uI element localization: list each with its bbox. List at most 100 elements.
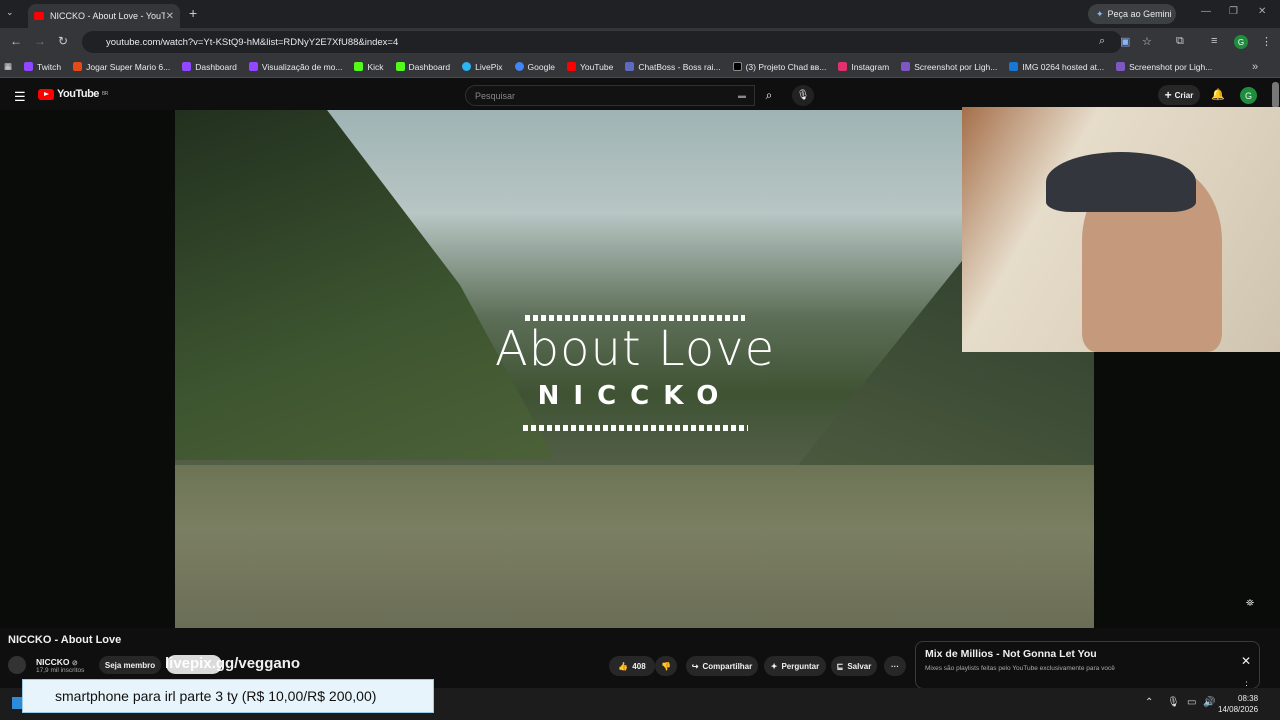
video-title: NICCKO - About Love: [8, 634, 122, 646]
zoom-icon[interactable]: ⌕: [1099, 35, 1105, 48]
sparkle-icon: ✦: [770, 661, 778, 671]
video-art-title: About Love: [494, 321, 776, 377]
bookmark-item-13[interactable]: IMG 0264 hosted at...: [1009, 62, 1104, 72]
channel-row: NICCKO ⊘ 17,9 mil inscritos: [8, 654, 84, 676]
video-lake: [175, 465, 1094, 628]
guide-menu-icon[interactable]: ☰: [14, 89, 26, 105]
bookmark-item-9[interactable]: ChatBoss - Boss rai...: [625, 62, 721, 72]
bookmark-item-1[interactable]: Jogar Super Mario 6...: [73, 62, 170, 72]
join-button[interactable]: Seja membro: [99, 656, 161, 674]
stream-watermark-icon: ⛯: [1246, 598, 1254, 609]
bookmark-item-4[interactable]: Kick: [354, 62, 384, 72]
reading-list-icon[interactable]: ≡: [1211, 35, 1217, 47]
bookmark-item-7[interactable]: Google: [514, 62, 555, 72]
tab-search-chevron-icon[interactable]: ⌄: [6, 7, 14, 18]
mix-close-icon[interactable]: ✕: [1241, 654, 1251, 668]
search-icon[interactable]: ⌕: [755, 85, 783, 106]
forward-icon[interactable]: →: [34, 34, 46, 48]
page-scrollbar[interactable]: [1272, 82, 1279, 108]
menu-kebab-icon[interactable]: ⋮: [1261, 35, 1272, 48]
bookmark-label: (3) Projeto Chad вв...: [745, 61, 827, 72]
video-player[interactable]: About Love NICCKO: [175, 110, 1094, 628]
restore-icon[interactable]: ❐: [1229, 6, 1238, 17]
bookmark-item-8[interactable]: YouTube: [566, 61, 614, 72]
tray-chevron-icon[interactable]: ⌃: [1145, 697, 1153, 708]
bookmark-label: LivePix: [475, 61, 503, 72]
notifications-bell-icon[interactable]: 🔔: [1211, 88, 1225, 101]
create-button[interactable]: + Criar: [1158, 85, 1200, 105]
keyboard-icon[interactable]: ▬: [738, 91, 746, 100]
minimize-icon[interactable]: —: [1201, 6, 1211, 17]
reload-icon[interactable]: ↻: [58, 34, 68, 48]
extensions-icon[interactable]: ⧉: [1176, 35, 1184, 48]
bookmark-label: Visualização de mo...: [261, 61, 343, 72]
bookmark-favicon: [248, 62, 258, 71]
mix-subtitle: Mixes são playlists feitas pelo YouTube …: [925, 665, 1115, 672]
youtube-logo-text: YouTube: [57, 88, 99, 100]
subscribe-button[interactable]: [166, 655, 222, 674]
bookmark-item-5[interactable]: Dashboard: [395, 61, 451, 72]
ask-button[interactable]: ✦ Perguntar: [764, 656, 826, 676]
more-actions-button[interactable]: ···: [884, 656, 906, 676]
bookmark-item-14[interactable]: Screenshot por Ligh...: [1116, 62, 1212, 72]
bookmark-favicon: [73, 62, 83, 71]
like-button[interactable]: 👍 408: [609, 656, 655, 676]
bookmarks-bar: ▦ Twitch Jogar Super Mario 6... Dashboar…: [0, 56, 1280, 78]
bookmark-item-6[interactable]: LivePix: [462, 61, 503, 72]
bookmark-label: Instagram: [851, 61, 890, 72]
bookmark-item-2[interactable]: Dashboard: [182, 62, 237, 72]
network-icon[interactable]: ▭: [1187, 697, 1196, 708]
address-bar[interactable]: youtube.com/watch?v=Yt-KStQ9-hM&list=RDN…: [82, 31, 1122, 53]
clock-time: 08:38: [1238, 694, 1259, 703]
verified-icon: ⊘: [71, 659, 78, 667]
more-icon: ···: [891, 661, 899, 671]
bookmark-item-11[interactable]: Instagram: [838, 62, 889, 72]
share-button[interactable]: ↪ Compartilhar: [686, 656, 758, 676]
youtube-logo[interactable]: YouTube BR: [38, 88, 108, 100]
tab-close-icon[interactable]: ✕: [166, 11, 174, 22]
mix-playlist-panel[interactable]: Mix de Millios - Not Gonna Let You Mixes…: [915, 641, 1260, 690]
bookmark-item-10[interactable]: (3) Projeto Chad вв...: [732, 61, 827, 72]
bookmark-item-0[interactable]: Twitch: [24, 62, 61, 72]
save-button[interactable]: ⊑ Salvar: [831, 656, 877, 676]
dislike-button[interactable]: 👎: [655, 656, 677, 676]
youtube-play-icon: [38, 88, 54, 100]
microphone-icon[interactable]: 🎙: [792, 85, 814, 106]
bookmarks-overflow-icon[interactable]: »: [1252, 61, 1258, 73]
webcam-cap: [1046, 152, 1196, 212]
microphone-tray-icon[interactable]: 🎙: [1167, 697, 1180, 708]
bookmark-item-3[interactable]: Visualização de mo...: [248, 61, 343, 72]
bookmark-label: Jogar Super Mario 6...: [86, 61, 171, 72]
bookmark-favicon: [838, 62, 848, 71]
new-tab-button[interactable]: +: [189, 5, 197, 21]
bookmark-favicon: [625, 62, 635, 71]
ask-label: Perguntar: [781, 661, 820, 671]
channel-avatar[interactable]: [8, 656, 26, 674]
bookmark-label: Screenshot por Ligh...: [914, 61, 998, 72]
channel-name-text: NICCKO: [36, 656, 70, 667]
search-input[interactable]: Pesquisar ▬: [465, 85, 755, 106]
thumbs-down-icon: 👎: [661, 661, 671, 671]
player-letterbox-left: [0, 110, 175, 628]
cast-tab-icon[interactable]: ▣: [1120, 35, 1130, 48]
gemini-label: Peça ao Gemini: [1107, 9, 1172, 19]
thumbs-up-icon: 👍: [618, 661, 629, 671]
bookmark-item-12[interactable]: Screenshot por Ligh...: [901, 62, 997, 72]
channel-name[interactable]: NICCKO ⊘: [36, 657, 84, 667]
profile-avatar[interactable]: G: [1234, 35, 1248, 49]
window-close-icon[interactable]: ✕: [1258, 6, 1266, 17]
bookmark-label: Twitch: [37, 61, 62, 72]
url-text: youtube.com/watch?v=Yt-KStQ9-hM&list=RDN…: [106, 36, 399, 48]
back-icon[interactable]: ←: [10, 34, 22, 48]
bookmark-favicon: [732, 62, 742, 71]
bookmark-apps-icon[interactable]: ▦: [4, 61, 12, 72]
ask-gemini-button[interactable]: ✦ Peça ao Gemini: [1088, 4, 1176, 24]
browser-tab[interactable]: NICCKO - About Love - YouTube ✕: [28, 4, 180, 28]
account-avatar[interactable]: G: [1240, 87, 1257, 104]
taskbar-clock[interactable]: 08:38 14/08/2026: [1218, 693, 1258, 715]
bookmark-label: YouTube: [579, 61, 614, 72]
bookmark-star-icon[interactable]: ☆: [1142, 35, 1152, 48]
bookmark-label: Dashboard: [408, 61, 451, 72]
video-art-artist: NICCKO: [537, 381, 733, 411]
volume-icon[interactable]: 🔊: [1203, 697, 1215, 708]
